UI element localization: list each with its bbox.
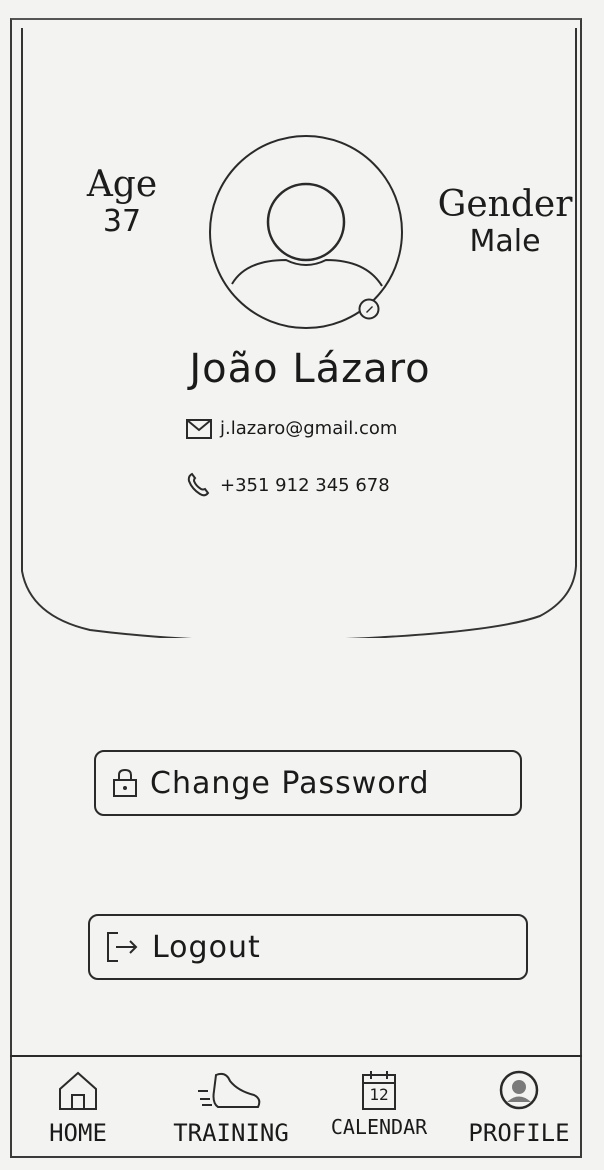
- age-stat: Age 37: [62, 166, 182, 240]
- nav-profile-label: PROFILE: [468, 1119, 570, 1147]
- house-icon: [59, 1071, 97, 1110]
- logout-label: Logout: [152, 929, 261, 965]
- logout-button[interactable]: Logout: [88, 914, 528, 980]
- gender-stat: Gender Male: [420, 186, 590, 260]
- nav-item-calendar[interactable]: 12 CALENDAR: [314, 1069, 444, 1139]
- lock-icon: [113, 768, 137, 797]
- gender-value: Male: [469, 223, 541, 259]
- edit-pencil-icon[interactable]: [358, 298, 380, 320]
- phone-icon: [187, 472, 210, 497]
- email-row: j.lazaro@gmail.com: [186, 418, 397, 439]
- logout-arrow-icon: [107, 932, 138, 962]
- phone-row: +351 912 345 678: [186, 472, 390, 498]
- user-name: João Lázaro: [189, 346, 431, 392]
- bottom-nav: HOME TRAINING 12 CALENDAR PROFILE: [10, 1055, 582, 1158]
- age-label: Age: [86, 164, 158, 205]
- envelope-icon: [186, 418, 212, 439]
- phone-text: +351 912 345 678: [220, 474, 390, 496]
- profile-screen: Age 37 Gender Male João Lázaro j.lazaro@…: [0, 0, 604, 1170]
- nav-training-label: TRAINING: [173, 1119, 289, 1147]
- nav-item-training[interactable]: TRAINING: [156, 1069, 306, 1147]
- email-text: j.lazaro@gmail.com: [220, 418, 398, 439]
- calendar-day: 12: [369, 1085, 389, 1104]
- profile-header-card: Age 37 Gender Male João Lázaro j.lazaro@…: [20, 26, 580, 638]
- change-password-button[interactable]: Change Password: [94, 750, 522, 816]
- gender-label: Gender: [437, 184, 573, 225]
- change-password-label: Change Password: [150, 765, 430, 801]
- nav-home-label: HOME: [49, 1119, 107, 1147]
- nav-item-profile[interactable]: PROFILE: [458, 1069, 580, 1147]
- nav-calendar-label: CALENDAR: [330, 1115, 428, 1139]
- avatar[interactable]: [206, 134, 406, 334]
- running-shoe-icon: [198, 1072, 261, 1108]
- profile-avatar-icon: [499, 1070, 539, 1110]
- nav-item-home[interactable]: HOME: [28, 1069, 128, 1147]
- age-value: 37: [102, 203, 142, 239]
